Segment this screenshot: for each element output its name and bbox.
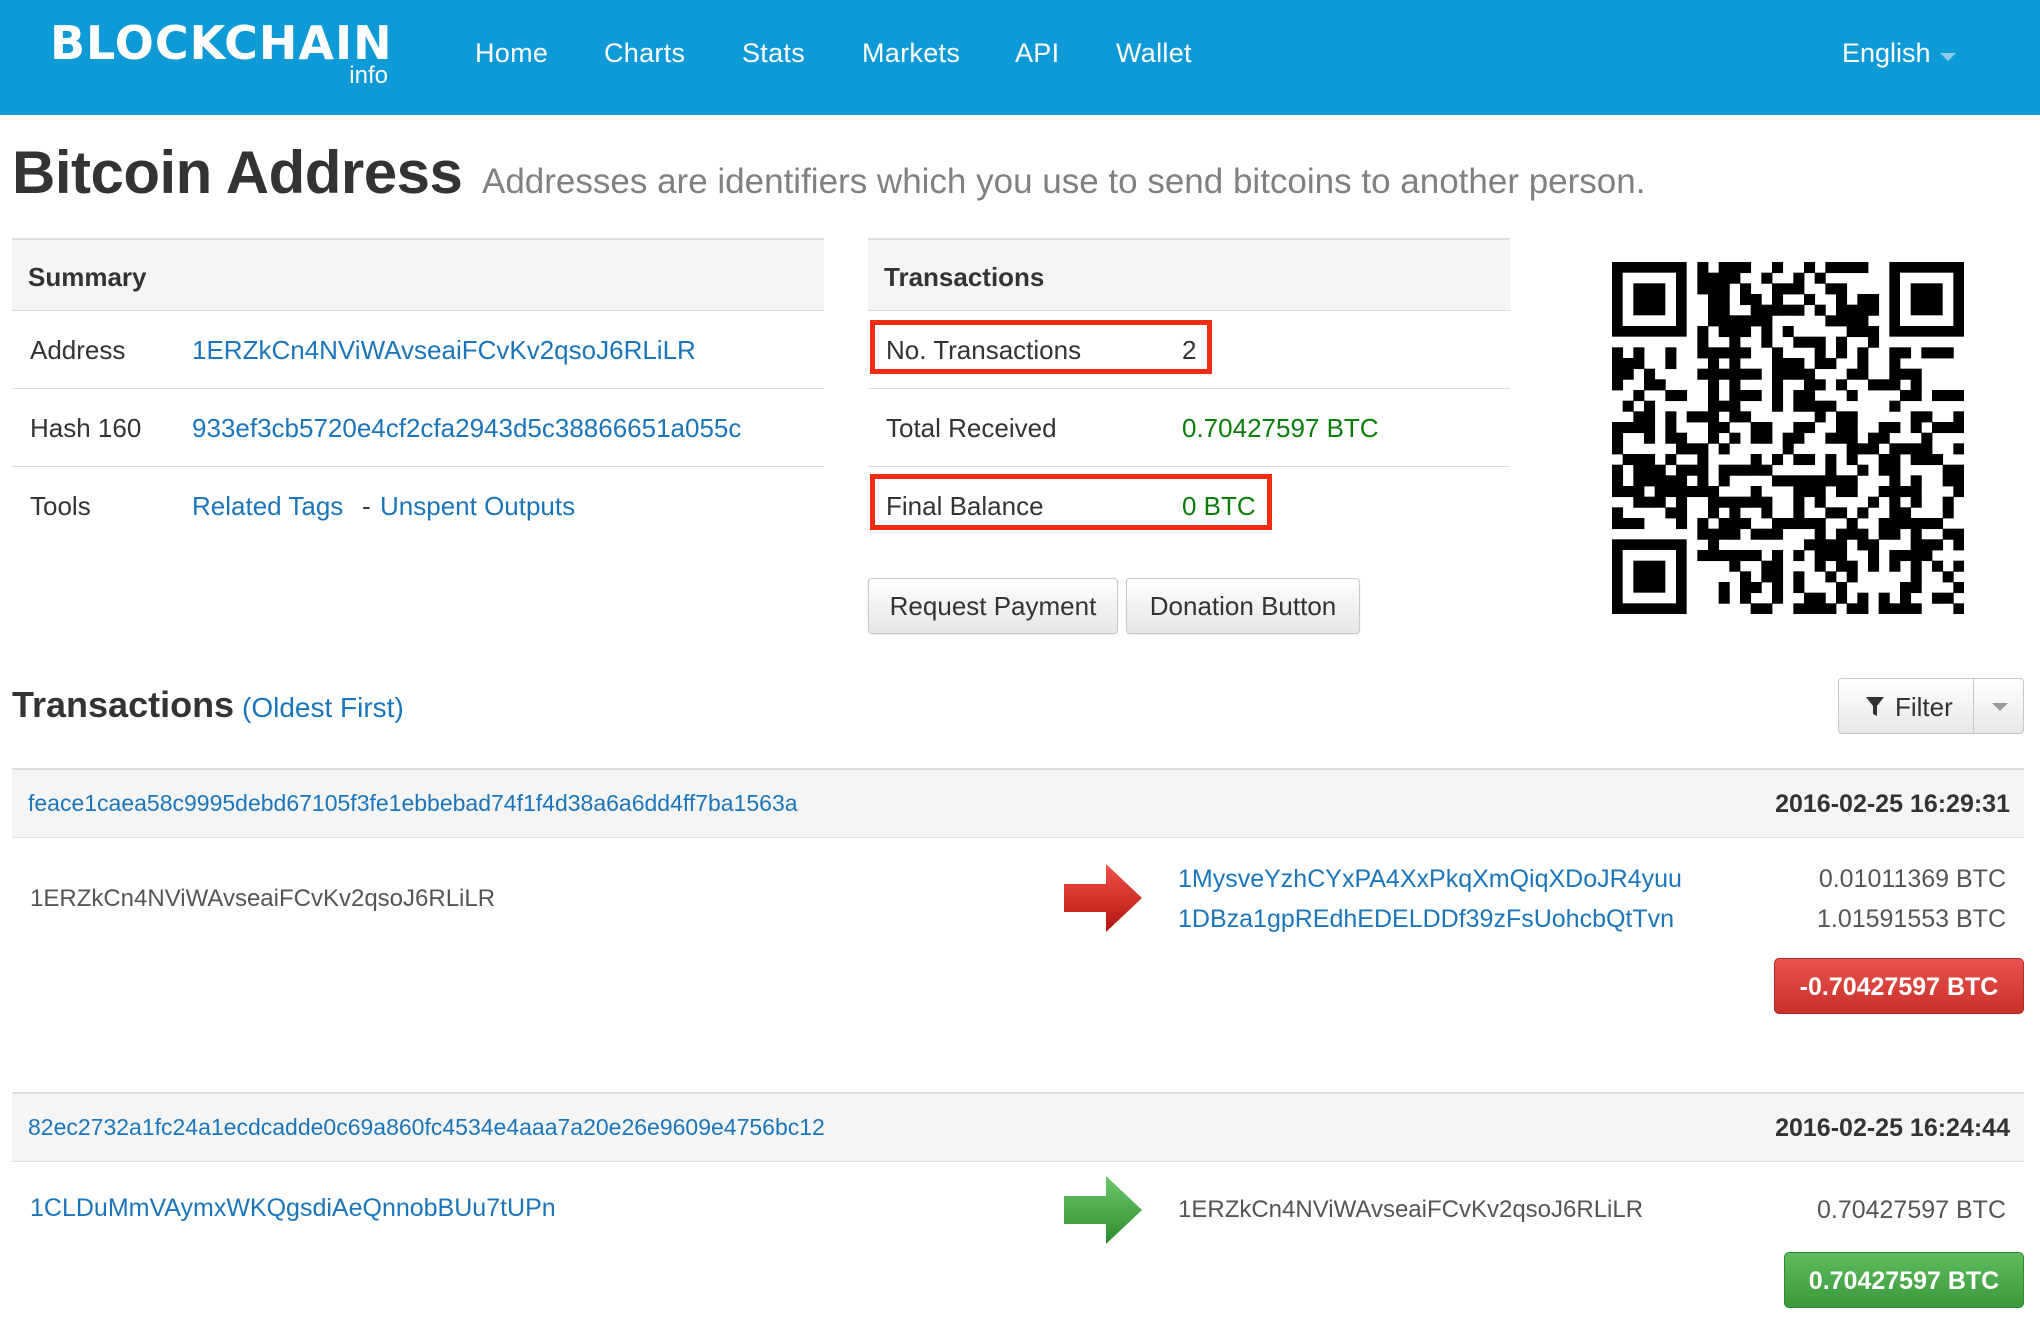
nav-charts[interactable]: Charts [604,38,685,69]
nav-home[interactable]: Home [475,38,548,69]
tx-hash-link[interactable]: 82ec2732a1fc24a1ecdcadde0c69a860fc4534e4… [28,1114,825,1141]
address-link[interactable]: 1ERZkCn4NViWAvseaiFCvKv2qsoJ6RLiLR [192,335,696,366]
summary-panel: Summary Address 1ERZkCn4NViWAvseaiFCvKv2… [12,238,824,550]
summary-address-row: Address 1ERZkCn4NViWAvseaiFCvKv2qsoJ6RLi… [12,310,824,388]
logo-subtext: info [349,62,388,89]
logo-text: BLOCKCHAIN [50,16,393,70]
tx-header-row: feace1caea58c9995debd67105f3fe1ebbebad74… [12,768,2024,838]
donation-button[interactable]: Donation Button [1126,578,1360,634]
transactions-list-heading: Transactions [12,684,235,725]
tx-output-amount: 0.01011369 BTC [1818,865,2006,893]
caret-down-icon[interactable] [1940,53,1956,61]
tx-input-address[interactable]: 1CLDuMmVAymxWKQgsdiAeQnnobBUu7tUPn [30,1194,556,1223]
tx-header-row: 82ec2732a1fc24a1ecdcadde0c69a860fc4534e4… [12,1092,2024,1162]
hash-label: Hash 160 [30,413,142,443]
address-label: Address [30,335,126,365]
related-tags-link[interactable]: Related Tags [192,491,343,522]
total-received-row: Total Received 0.70427597 BTC [868,388,1510,466]
transactions-header-row: Transactions [868,238,1510,310]
summary-tools-row: Tools Related Tags - Unspent Outputs [12,466,824,544]
page-title: Bitcoin Address [12,139,463,206]
tx-time: 2016-02-25 16:29:31 [1775,790,2010,818]
funnel-icon [1866,697,1884,716]
language-dropdown[interactable]: English [1842,38,1931,69]
filter-divider [1973,679,1974,733]
total-received-value: 0.70427597 BTC [1182,413,1379,443]
highlight-box-tx-count [870,320,1212,374]
caret-down-icon[interactable] [1992,703,2008,711]
qr-code [1611,261,1965,615]
page-subtitle: Addresses are identifiers which you use … [482,162,1646,201]
blockchain-logo[interactable]: BLOCKCHAIN info [50,16,393,96]
request-payment-button[interactable]: Request Payment [868,578,1118,634]
tx-output-address: 1ERZkCn4NViWAvseaiFCvKv2qsoJ6RLiLR [1178,1196,1644,1223]
tools-label: Tools [30,491,91,521]
tx-result-badge[interactable]: -0.70427597 BTC [1774,958,2024,1014]
transactions-header: Transactions [884,262,1045,292]
nav-stats[interactable]: Stats [742,38,805,69]
tx-output-address[interactable]: 1DBza1gpREdhEDELDDf39zFsUohcbQtTvn [1178,905,1674,934]
tx-result-badge[interactable]: 0.70427597 BTC [1784,1252,2024,1308]
top-navbar: BLOCKCHAIN info Home Charts Stats Market… [0,0,2040,115]
right-arrow-icon [1064,1176,1142,1244]
summary-hash-row: Hash 160 933ef3cb5720e4cf2cfa2943d5c3886… [12,388,824,466]
sort-order-link[interactable]: (Oldest First) [242,692,404,724]
unspent-outputs-link[interactable]: Unspent Outputs [380,491,575,522]
tools-separator: - [362,491,371,521]
right-arrow-icon [1064,864,1142,932]
nav-api[interactable]: API [1015,38,1059,69]
hash-link[interactable]: 933ef3cb5720e4cf2cfa2943d5c38866651a055c [192,413,741,444]
filter-button[interactable]: Filter [1838,678,2024,734]
highlight-box-final-balance [870,474,1272,530]
nav-wallet[interactable]: Wallet [1116,38,1192,69]
tx-output-amount: 1.01591553 BTC [1816,905,2006,933]
nav-markets[interactable]: Markets [862,38,960,69]
total-received-label: Total Received [886,413,1057,443]
tx-time: 2016-02-25 16:24:44 [1775,1114,2010,1142]
filter-label: Filter [1895,692,1953,722]
tx-output-address[interactable]: 1MysveYzhCYxPA4XxPkqXmQiqXDoJR4yuu [1178,865,1682,894]
tx-hash-link[interactable]: feace1caea58c9995debd67105f3fe1ebbebad74… [28,790,798,817]
summary-header-row: Summary [12,238,824,310]
tx-output-amount: 0.70427597 BTC [1816,1196,2006,1224]
summary-header: Summary [28,262,147,292]
tx-input-address: 1ERZkCn4NViWAvseaiFCvKv2qsoJ6RLiLR [30,885,496,912]
